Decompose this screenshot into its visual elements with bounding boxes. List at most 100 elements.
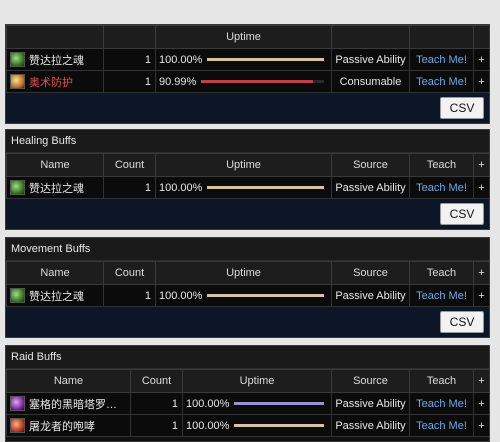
buff-source: Passive Ability [331, 392, 410, 415]
column-header-name[interactable]: Name [6, 153, 104, 177]
green-spirit-icon [10, 52, 25, 67]
teach-me-link[interactable]: Teach Me! [416, 398, 467, 410]
csv-export-button[interactable]: CSV [440, 203, 484, 225]
column-header-plus[interactable]: + [473, 261, 490, 285]
teach-me-link[interactable]: Teach Me! [416, 182, 467, 194]
table-header-row: Uptime [6, 25, 490, 49]
uptime-bar [201, 80, 324, 83]
table-row[interactable]: 塞格的黑暗塔罗… 1 100.00% Passive Ability Teach… [6, 392, 489, 415]
buff-source: Passive Ability [331, 414, 410, 437]
uptime-bar [234, 424, 324, 427]
green-spirit-icon [10, 180, 25, 195]
column-header-count[interactable]: Count [130, 369, 183, 393]
red-roar-icon [10, 418, 25, 433]
uptime-percent: 100.00% [159, 53, 203, 66]
expand-button[interactable]: + [473, 176, 490, 199]
column-header-uptime[interactable]: Uptime [182, 369, 332, 393]
uptime-bar-fill [207, 294, 324, 297]
table-row[interactable]: 赞达拉之魂 1 100.00% Passive Ability Teach Me… [6, 176, 490, 199]
buff-source: Passive Ability [331, 284, 410, 307]
green-spirit-icon [10, 288, 25, 303]
column-header-count[interactable]: Count [103, 153, 156, 177]
column-header-name[interactable]: Name [6, 261, 104, 285]
column-header-count[interactable] [103, 25, 156, 49]
column-header-name[interactable] [6, 25, 104, 49]
panel-title: Healing Buffs [6, 130, 489, 153]
column-header-teach[interactable]: Teach [409, 369, 474, 393]
uptime-bar-fill [234, 402, 324, 405]
expand-button[interactable]: + [473, 392, 489, 415]
column-header-source[interactable]: Source [331, 369, 410, 393]
teach-me-link[interactable]: Teach Me! [416, 420, 467, 432]
column-header-uptime[interactable]: Uptime [155, 153, 332, 177]
gold-potion-icon [10, 74, 25, 89]
buff-count: 1 [103, 70, 156, 93]
purple-tarot-icon [10, 396, 25, 411]
table-row[interactable]: 屠龙者的咆哮 1 100.00% Passive Ability Teach M… [6, 414, 489, 437]
panel-title: Raid Buffs [6, 346, 489, 369]
table-row[interactable]: 赞达拉之魂 1 100.00% Passive Ability Teach Me… [6, 48, 490, 71]
buff-source: Passive Ability [331, 176, 410, 199]
uptime-bar [207, 58, 324, 61]
column-header-source[interactable] [331, 25, 410, 49]
column-header-teach[interactable]: Teach [409, 153, 474, 177]
expand-button[interactable]: + [473, 70, 490, 93]
buff-count: 1 [103, 176, 156, 199]
buff-source: Passive Ability [331, 48, 410, 71]
buff-table: Name Count Uptime Source Teach + 赞达拉之魂 1… [6, 153, 490, 199]
uptime-bar [207, 186, 324, 189]
teach-me-link[interactable]: Teach Me! [416, 54, 467, 66]
buff-count: 1 [130, 414, 183, 437]
uptime-bar-fill [207, 186, 324, 189]
buff-table: Name Count Uptime Source Teach + 塞格的黑暗塔罗… [6, 369, 489, 437]
uptime-bar-fill [234, 424, 324, 427]
csv-export-button[interactable]: CSV [440, 311, 484, 333]
table-row[interactable]: 赞达拉之魂 1 100.00% Passive Ability Teach Me… [6, 284, 490, 307]
table-footer: CSV [6, 93, 489, 123]
buff-name: 屠龙者的咆哮 [29, 420, 95, 433]
column-header-plus[interactable]: + [473, 153, 490, 177]
table-header-row: Name Count Uptime Source Teach + [6, 369, 489, 393]
uptime-bar-fill [201, 80, 313, 83]
buff-table: Uptime 赞达拉之魂 1 100.00% Passive Ability T… [6, 25, 490, 93]
buff-count: 1 [103, 284, 156, 307]
panel-healing-buffs: Healing Buffs Name Count Uptime Source T… [5, 129, 490, 230]
column-header-uptime[interactable]: Uptime [155, 261, 332, 285]
panel-title: Movement Buffs [6, 238, 489, 261]
expand-button[interactable]: + [473, 48, 490, 71]
column-header-source[interactable]: Source [331, 261, 410, 285]
column-header-uptime[interactable]: Uptime [155, 25, 332, 49]
table-footer: CSV [6, 199, 489, 229]
table-header-row: Name Count Uptime Source Teach + [6, 153, 490, 177]
column-header-source[interactable]: Source [331, 153, 410, 177]
column-header-plus[interactable]: + [473, 369, 489, 393]
uptime-bar [234, 402, 324, 405]
buff-name: 奥术防护 [29, 76, 73, 89]
table-header-row: Name Count Uptime Source Teach + [6, 261, 490, 285]
column-header-teach[interactable]: Teach [409, 261, 474, 285]
uptime-percent: 90.99% [159, 75, 197, 88]
uptime-percent: 100.00% [159, 289, 203, 302]
uptime-percent: 100.00% [186, 397, 230, 410]
column-header-teach[interactable] [409, 25, 474, 49]
teach-me-link[interactable]: Teach Me! [416, 290, 467, 302]
uptime-bar-fill [207, 58, 324, 61]
column-header-count[interactable]: Count [103, 261, 156, 285]
teach-me-link[interactable]: Teach Me! [416, 76, 467, 88]
expand-button[interactable]: + [473, 284, 490, 307]
table-row[interactable]: 奥术防护 1 90.99% Consumable Teach Me! + [6, 70, 490, 93]
panel-unnamed-buffs: Uptime 赞达拉之魂 1 100.00% Passive Ability T… [5, 24, 490, 124]
panel-raid-buffs: Raid Buffs Name Count Uptime Source Teac… [5, 345, 490, 442]
buff-source: Consumable [331, 70, 410, 93]
column-header-name[interactable]: Name [6, 369, 131, 393]
csv-export-button[interactable]: CSV [440, 97, 484, 119]
buff-table: Name Count Uptime Source Teach + 赞达拉之魂 1… [6, 261, 490, 307]
column-header-plus[interactable] [473, 25, 490, 49]
expand-button[interactable]: + [473, 414, 489, 437]
uptime-percent: 100.00% [159, 181, 203, 194]
buff-count: 1 [103, 48, 156, 71]
buff-name: 赞达拉之魂 [29, 182, 84, 195]
uptime-bar [207, 294, 324, 297]
buff-name: 赞达拉之魂 [29, 54, 84, 67]
buff-name: 赞达拉之魂 [29, 290, 84, 303]
